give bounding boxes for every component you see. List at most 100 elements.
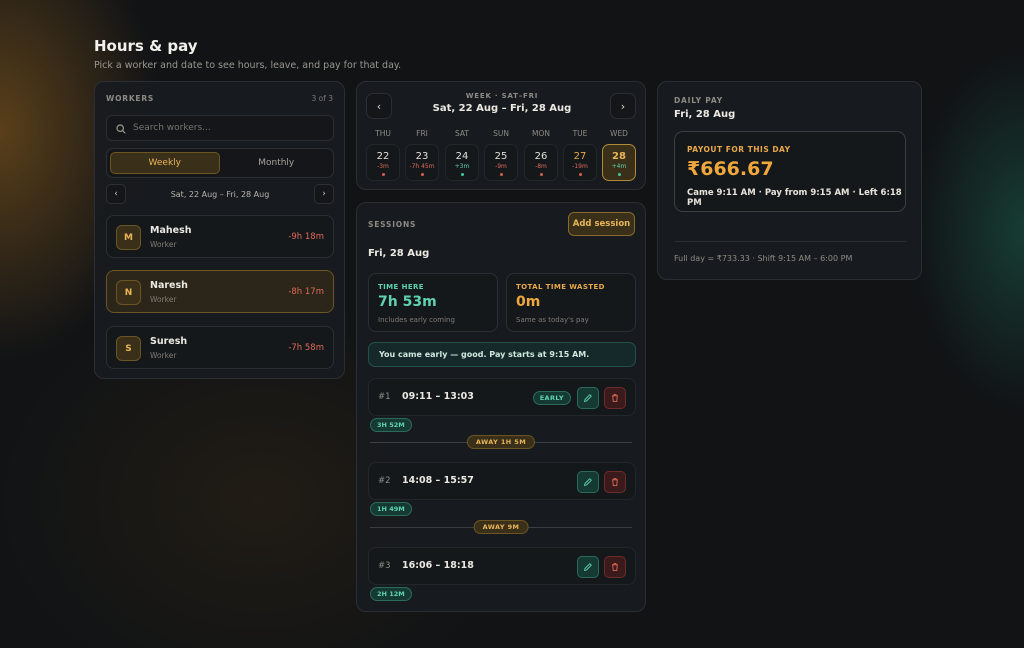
toggle-monthly[interactable]: Monthly	[223, 152, 331, 174]
day-delta: -8m	[535, 163, 547, 170]
trash-icon	[612, 394, 618, 403]
chevron-left-icon: ‹	[114, 189, 118, 199]
day-cell-23[interactable]: 23 -7h 45m	[405, 144, 439, 181]
status-dot	[381, 173, 385, 176]
early-badge: EARLY	[532, 391, 571, 405]
worker-item-mahesh[interactable]: M Mahesh Worker -9h 18m	[106, 215, 334, 258]
workers-heading: WORKERS	[106, 94, 155, 103]
day-number: 22	[376, 151, 390, 162]
range-label: Sat, 22 Aug – Fri, 28 Aug	[170, 189, 270, 199]
early-banner: You came early — good. Pay starts at 9:1…	[368, 342, 636, 367]
time-here-caption: TIME HERE	[378, 283, 424, 291]
day-cell-24[interactable]: 24 +3m	[445, 144, 479, 181]
chevron-right-icon: ›	[620, 99, 626, 113]
day-cell-25[interactable]: 25 -9m	[484, 144, 518, 181]
chevron-right-icon: ›	[322, 189, 326, 199]
time-here-card: TIME HERE 7h 53m Includes early coming	[368, 273, 498, 332]
avatar: S	[116, 336, 141, 361]
day-name: SAT	[454, 129, 470, 138]
day-delta: -9m	[495, 163, 507, 170]
sessions-date: Fri, 28 Aug	[368, 248, 430, 259]
session-time: 16:06 – 18:18	[402, 560, 474, 571]
worker-name: Naresh	[150, 280, 188, 291]
time-wasted-value: 0m	[516, 294, 541, 310]
next-week-button[interactable]: ›	[610, 93, 636, 119]
pencil-icon	[584, 394, 592, 402]
time-wasted-note: Same as today's pay	[516, 316, 589, 324]
time-here-value: 7h 53m	[378, 294, 437, 310]
week-panel: ‹ WEEK · SAT–FRI Sat, 22 Aug – Fri, 28 A…	[356, 81, 646, 190]
status-dot	[578, 173, 582, 176]
away-badge: AWAY 1H 5M	[466, 435, 536, 449]
week-caption: WEEK · SAT–FRI	[465, 92, 539, 100]
day-number: 24	[455, 151, 469, 162]
range-nav: ‹ Sat, 22 Aug – Fri, 28 Aug ›	[106, 184, 334, 204]
pencil-icon	[584, 478, 592, 486]
page-title: Hours & pay	[94, 37, 198, 55]
workers-count: 3 of 3	[311, 94, 333, 103]
day-delta: -7h 45m	[409, 163, 435, 170]
week-range: Sat, 22 Aug – Fri, 28 Aug	[432, 103, 572, 114]
session-time: 14:08 – 15:57	[402, 475, 474, 486]
toggle-weekly[interactable]: Weekly	[110, 152, 220, 174]
day-cell-26[interactable]: 26 -8m	[524, 144, 558, 181]
day-cell-22[interactable]: 22 -3m	[366, 144, 400, 181]
pay-heading: DAILY PAY	[674, 96, 723, 105]
day-name: FRI	[416, 129, 428, 138]
session-row-2: #2 14:08 – 15:57	[368, 462, 636, 500]
day-cell-27[interactable]: 27 -19m	[563, 144, 597, 181]
delete-session-button[interactable]	[604, 556, 626, 578]
payout-card: PAYOUT FOR THIS DAY ₹666.67 Came 9:11 AM…	[674, 131, 906, 212]
time-wasted-caption: TOTAL TIME WASTED	[516, 283, 605, 291]
worker-item-naresh[interactable]: N Naresh Worker -8h 17m	[106, 270, 334, 313]
worker-item-suresh[interactable]: S Suresh Worker -7h 58m	[106, 326, 334, 369]
worker-role: Worker	[150, 351, 177, 360]
delete-session-button[interactable]	[604, 471, 626, 493]
worker-name: Suresh	[150, 336, 188, 347]
edit-session-button[interactable]	[577, 556, 599, 578]
payout-amount: ₹666.67	[687, 158, 774, 180]
divider	[674, 241, 906, 242]
edit-session-button[interactable]	[577, 471, 599, 493]
day-number: 27	[573, 151, 587, 162]
sessions-heading: SESSIONS	[368, 220, 417, 229]
next-range-button[interactable]: ›	[314, 184, 334, 204]
period-toggle: Weekly Monthly	[106, 148, 334, 178]
duration-badge: 1H 49M	[370, 502, 412, 516]
time-here-note: Includes early coming	[378, 316, 455, 324]
session-index: #2	[378, 476, 391, 486]
prev-range-button[interactable]: ‹	[106, 184, 126, 204]
day-delta: -3m	[377, 163, 389, 170]
payout-caption: PAYOUT FOR THIS DAY	[687, 145, 791, 154]
day-name: SUN	[493, 129, 509, 138]
delete-session-button[interactable]	[604, 387, 626, 409]
status-dot	[499, 173, 503, 176]
day-name: WED	[610, 129, 628, 138]
worker-delta: -7h 58m	[288, 343, 324, 353]
search-box	[106, 115, 334, 141]
worker-delta: -8h 17m	[288, 287, 324, 297]
day-cell-28[interactable]: 28 +4m	[602, 144, 636, 181]
trash-icon	[612, 563, 618, 572]
worker-role: Worker	[150, 295, 177, 304]
session-time: 09:11 – 13:03	[402, 391, 474, 402]
pay-footer: Full day = ₹733.33 · Shift 9:15 AM – 6:0…	[674, 254, 853, 263]
payout-details: Came 9:11 AM · Pay from 9:15 AM · Left 6…	[687, 188, 902, 208]
avatar: N	[116, 280, 141, 305]
day-delta: +4m	[611, 163, 627, 170]
sessions-panel: SESSIONS Add session Fri, 28 Aug TIME HE…	[356, 202, 646, 612]
pencil-icon	[584, 563, 592, 571]
add-session-button[interactable]: Add session	[568, 212, 635, 236]
day-name: THU	[375, 129, 391, 138]
session-row-3: #3 16:06 – 18:18	[368, 547, 636, 585]
day-delta: +3m	[454, 163, 470, 170]
status-dot	[617, 173, 621, 176]
duration-badge: 2H 12M	[370, 587, 412, 601]
status-dot	[460, 173, 464, 176]
time-wasted-card: TOTAL TIME WASTED 0m Same as today's pay	[506, 273, 636, 332]
edit-session-button[interactable]	[577, 387, 599, 409]
day-number: 28	[612, 151, 626, 162]
status-dot	[539, 173, 543, 176]
session-index: #3	[378, 561, 391, 571]
search-input[interactable]	[133, 123, 323, 133]
